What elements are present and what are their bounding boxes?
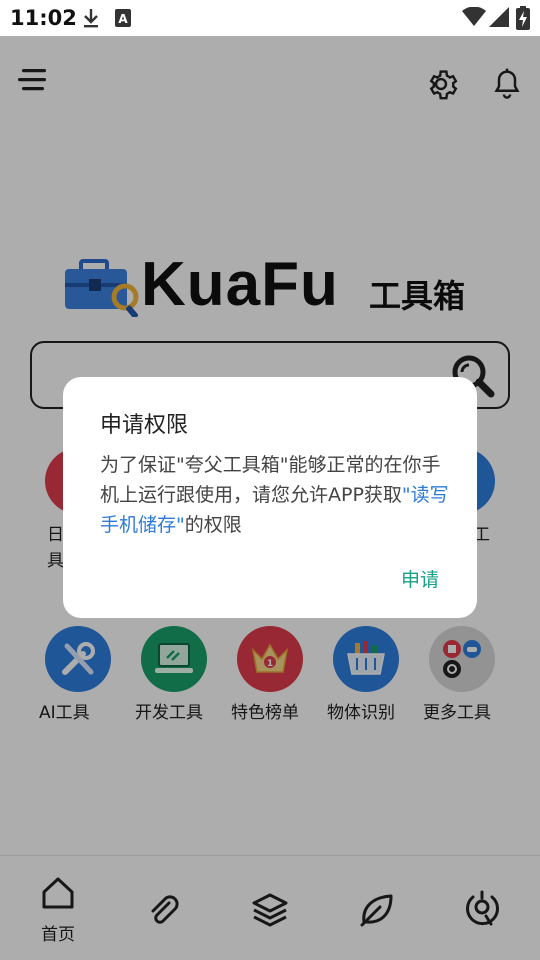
dialog-body-prefix: 为了保证"夸父工具箱"能够正常的在你手机上运行跟使用，请您允许APP获取 xyxy=(100,454,441,506)
download-icon xyxy=(82,7,100,33)
apply-button[interactable]: 申请 xyxy=(401,565,439,592)
permission-dialog: 申请权限 为了保证"夸父工具箱"能够正常的在你手机上运行跟使用，请您允许APP获… xyxy=(63,377,477,618)
status-bar: 11:02 A xyxy=(0,0,540,36)
svg-text:A: A xyxy=(118,12,128,26)
battery-charging-icon xyxy=(516,6,530,34)
dialog-body-suffix: 的权限 xyxy=(184,514,242,536)
a-badge-icon: A xyxy=(115,9,131,31)
signal-icon xyxy=(489,7,509,31)
status-time: 11:02 xyxy=(10,6,77,30)
wifi-icon xyxy=(462,6,486,31)
dialog-body: 为了保证"夸父工具箱"能够正常的在你手机上运行跟使用，请您允许APP获取"读写手… xyxy=(100,450,450,540)
dialog-title: 申请权限 xyxy=(100,413,189,438)
